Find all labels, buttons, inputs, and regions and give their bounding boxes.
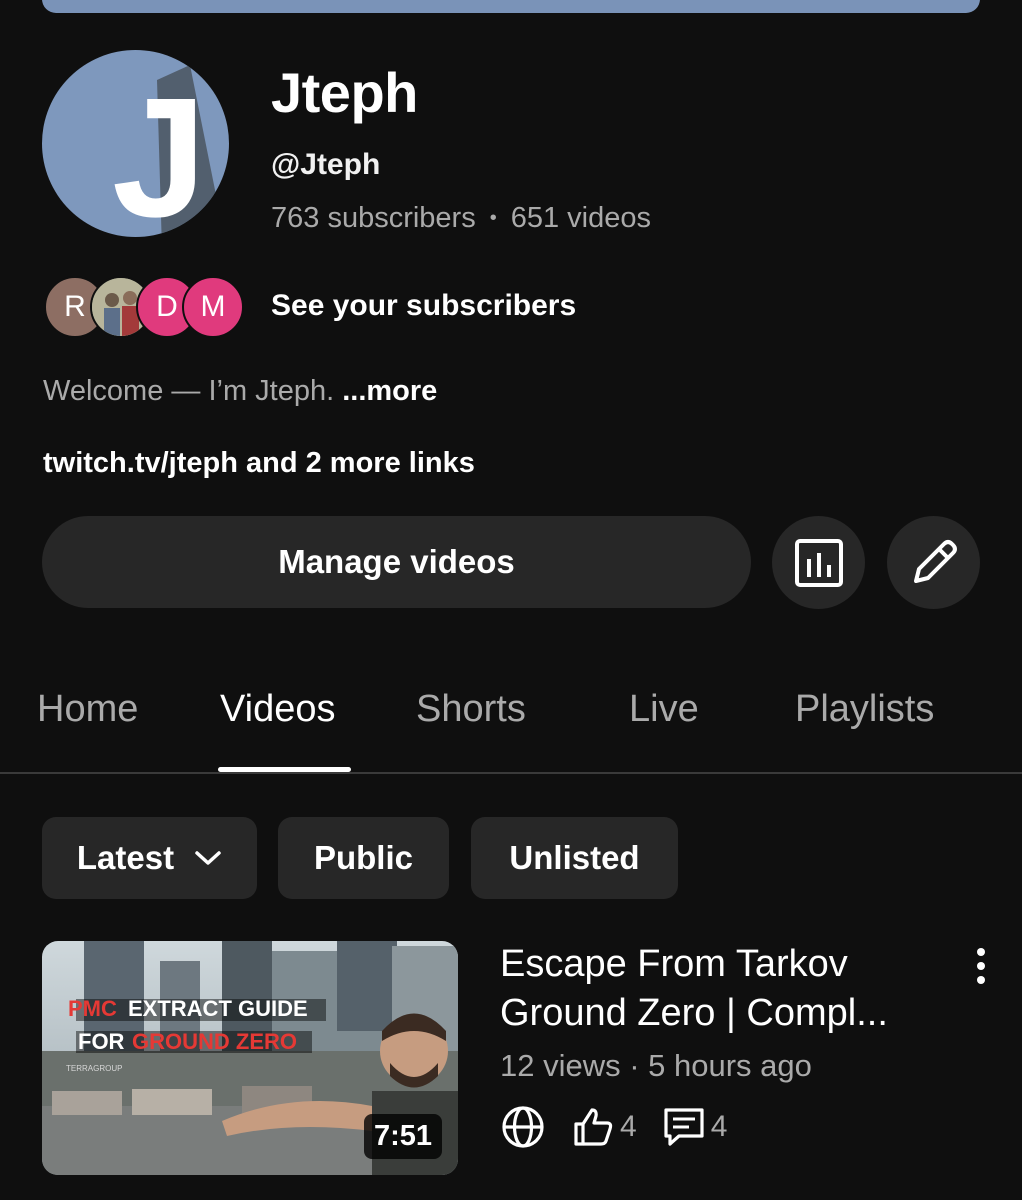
likes-stat[interactable]: 4	[570, 1104, 637, 1150]
video-meta: 12 views · 5 hours ago	[500, 1048, 812, 1083]
tab-videos[interactable]: Videos	[220, 688, 336, 731]
avatar-letter-graphic: J	[112, 63, 225, 237]
channel-handle: @Jteph	[271, 148, 381, 181]
subscriber-avatar: M	[182, 276, 244, 338]
avatar-letter: J	[112, 63, 207, 237]
tab-live[interactable]: Live	[629, 688, 699, 731]
channel-banner[interactable]	[42, 0, 980, 13]
thumbnail-sign-text: TERRAGROUP	[66, 1064, 122, 1073]
thumbnail-text-red-1: PMC	[68, 996, 117, 1021]
filter-public-chip[interactable]: Public	[278, 817, 449, 899]
analytics-icon	[794, 538, 843, 587]
video-title[interactable]: Escape From Tarkov Ground Zero | Compl..…	[500, 940, 940, 1038]
tab-home[interactable]: Home	[37, 688, 138, 731]
channel-name: Jteph	[271, 61, 418, 124]
more-vertical-icon	[977, 948, 985, 984]
subscriber-avatars[interactable]: R D M	[44, 276, 254, 338]
manage-videos-button[interactable]: Manage videos	[42, 516, 751, 608]
thumbnail-text-white-2: FOR	[78, 1029, 125, 1054]
comment-icon	[664, 1108, 704, 1146]
likes-count: 4	[620, 1110, 637, 1143]
pencil-icon	[913, 539, 957, 583]
tab-playlists[interactable]: Playlists	[795, 688, 934, 731]
thumbnail-text-red-2: GROUND ZERO	[132, 1029, 297, 1054]
sort-label: Latest	[76, 839, 175, 876]
thumbnail-text-white-1: EXTRACT GUIDE	[128, 996, 308, 1021]
video-count: 651 videos	[510, 202, 652, 234]
comments-count: 4	[710, 1110, 728, 1143]
stats-separator: •	[489, 207, 497, 229]
thumbs-up-icon	[574, 1108, 613, 1146]
edit-channel-button[interactable]	[887, 516, 980, 609]
channel-avatar[interactable]: J	[42, 50, 229, 237]
video-more-options-button[interactable]	[964, 946, 998, 986]
sort-dropdown[interactable]: Latest	[42, 817, 257, 899]
channel-stats: 763 subscribers • 651 videos	[271, 202, 651, 235]
analytics-button[interactable]	[772, 516, 865, 609]
globe-icon	[502, 1106, 544, 1148]
tab-divider	[0, 772, 1022, 774]
see-subscribers-link[interactable]: See your subscribers	[271, 289, 576, 323]
channel-description[interactable]: Welcome — I’m Jteph. ...more	[43, 375, 437, 408]
video-thumbnail[interactable]: PMC EXTRACT GUIDE FOR GROUND ZERO TERRAG…	[42, 941, 458, 1175]
channel-links[interactable]: twitch.tv/jteph and 2 more links	[43, 447, 475, 480]
tab-shorts[interactable]: Shorts	[416, 688, 526, 731]
video-duration: 7:51	[363, 1114, 442, 1159]
subscriber-count: 763 subscribers	[271, 202, 476, 234]
video-actions: 4 4	[500, 1104, 727, 1150]
comments-stat[interactable]: 4	[661, 1104, 728, 1150]
filter-unlisted-chip[interactable]: Unlisted	[471, 817, 678, 899]
description-text: Welcome — I’m Jteph.	[43, 375, 343, 407]
channel-tabs: Home Videos Shorts Live Playlists	[0, 680, 1022, 775]
description-more-link[interactable]: ...more	[342, 375, 437, 407]
chevron-down-icon	[195, 851, 221, 865]
